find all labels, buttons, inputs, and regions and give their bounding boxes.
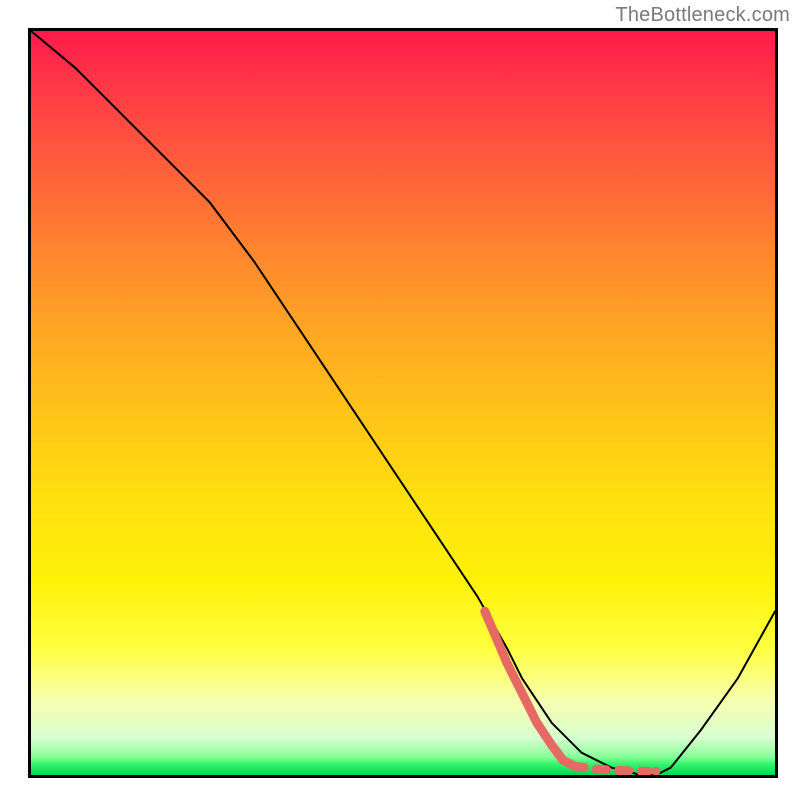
- series-main-curve: [31, 31, 775, 775]
- plot-overlay-svg: [31, 31, 775, 775]
- series-highlight-flat-seg: [574, 766, 584, 767]
- attribution-text: TheBottleneck.com: [615, 4, 790, 27]
- plot-frame: [28, 28, 778, 778]
- chart-container: TheBottleneck.com: [0, 0, 800, 800]
- series-highlight-flat-seg: [596, 769, 606, 770]
- series-group: [31, 31, 775, 775]
